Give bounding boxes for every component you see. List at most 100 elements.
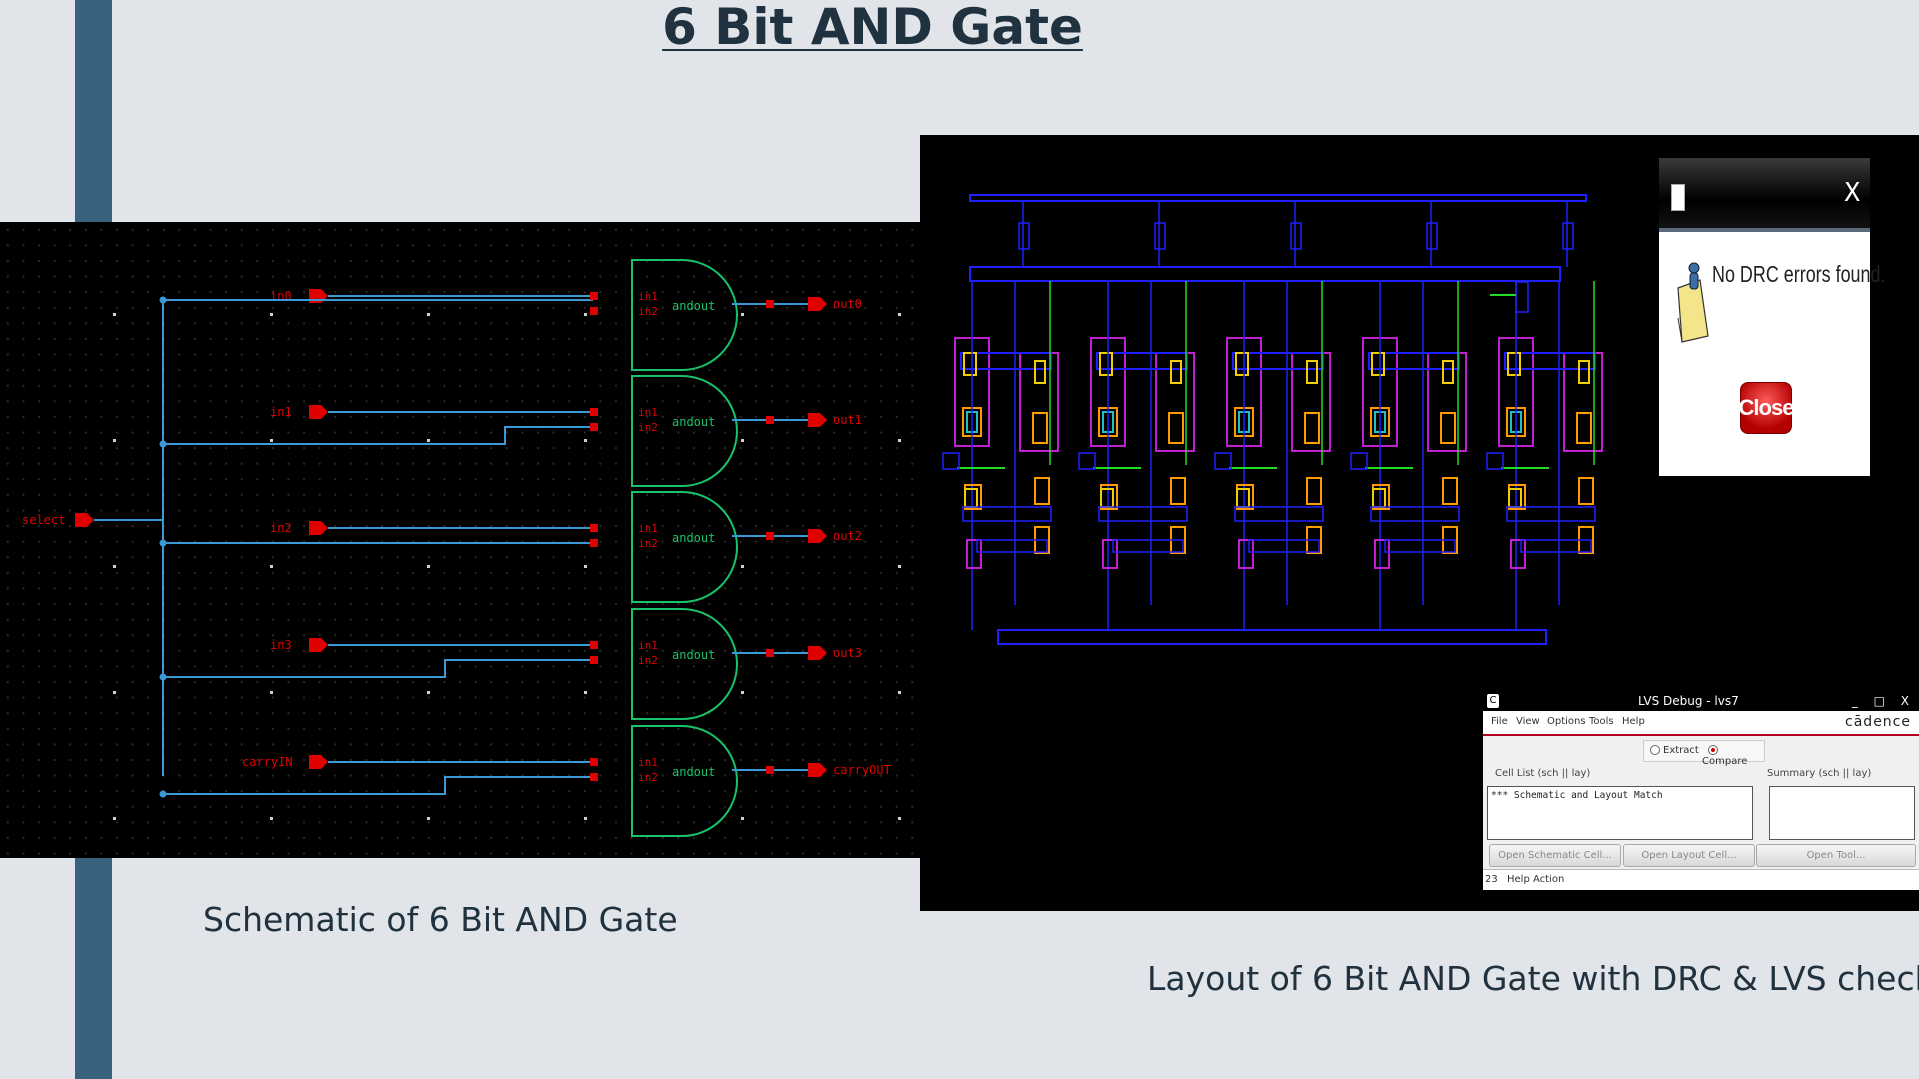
select-label: select xyxy=(22,513,65,527)
menu-help[interactable]: Help xyxy=(1622,716,1645,727)
schematic-caption: Schematic of 6 Bit AND Gate xyxy=(203,900,678,939)
layout-diffusion xyxy=(1440,412,1456,444)
drc-dialog-titlebar[interactable]: X xyxy=(1659,158,1870,232)
junction-dot xyxy=(159,790,167,798)
gate-name: andout xyxy=(672,648,715,662)
mode-radio-group: Extract Compare xyxy=(1643,740,1765,767)
gate-name: andout xyxy=(672,299,715,313)
gate-pin-marker xyxy=(590,307,598,315)
input-label: in1 xyxy=(270,405,292,419)
layout-contact xyxy=(1290,222,1302,250)
layout-caption: Layout of 6 Bit AND Gate with DRC & LVS … xyxy=(1147,959,1919,998)
grid-marker xyxy=(584,439,587,442)
layout-contact xyxy=(1374,539,1390,569)
layout-contact xyxy=(966,539,982,569)
grid-marker xyxy=(741,691,744,694)
grid-marker xyxy=(898,565,901,568)
drc-dialog: X No DRC errors found. Close xyxy=(1659,158,1885,476)
schematic-drawing: selectin0 in1in2 andout out0in1 in1in2 andout… xyxy=(22,259,901,837)
grid-marker xyxy=(584,691,587,694)
menu-options[interactable]: Options xyxy=(1547,716,1586,727)
open-schematic-cell-button[interactable]: Open Schematic Cell... xyxy=(1489,844,1621,867)
input-label: in2 xyxy=(270,521,292,535)
layout-contact xyxy=(1078,452,1096,470)
menu-tools[interactable]: Tools xyxy=(1589,716,1614,727)
grid-marker xyxy=(584,313,587,316)
gate-name: andout xyxy=(672,415,715,429)
layout-contact xyxy=(1486,452,1504,470)
menu-view[interactable]: View xyxy=(1516,716,1540,727)
grid-marker xyxy=(584,817,587,820)
layout-contact xyxy=(964,488,978,508)
close-icon[interactable]: X xyxy=(1844,178,1860,208)
cadence-logo: cādence xyxy=(1845,714,1911,730)
gate-pin-in1: in1 xyxy=(638,756,658,769)
gate-pin-marker xyxy=(590,641,598,649)
radio-compare-label: Compare xyxy=(1702,756,1748,767)
summary-box[interactable] xyxy=(1769,786,1915,840)
gate-pin-in2: in2 xyxy=(638,305,658,318)
radio-compare[interactable]: Compare xyxy=(1702,745,1764,767)
layout-poly xyxy=(1034,360,1046,384)
radio-compare-circle[interactable] xyxy=(1708,745,1718,755)
grid-marker xyxy=(270,565,273,568)
layout-poly xyxy=(1442,360,1454,384)
layout-metal-rail xyxy=(969,266,1561,282)
select-branch xyxy=(163,659,593,678)
grid-marker xyxy=(270,691,273,694)
cell-list-label: Cell List (sch || lay) xyxy=(1495,768,1591,779)
layout-contact xyxy=(942,452,960,470)
layout-metal xyxy=(976,539,1048,553)
junction-dot xyxy=(159,673,167,681)
open-tool-button[interactable]: Open Tool... xyxy=(1756,844,1916,867)
grid-marker xyxy=(741,439,744,442)
output-pin-marker xyxy=(766,649,774,657)
drc-message: No DRC errors found. xyxy=(1712,261,1886,287)
output-label: out0 xyxy=(833,297,862,311)
status-number: 23 xyxy=(1485,874,1498,885)
layout-contact xyxy=(1214,452,1232,470)
page-title: 6 Bit AND Gate xyxy=(662,0,1083,56)
layout-poly xyxy=(1578,360,1590,384)
grid-marker xyxy=(427,313,430,316)
status-text: Help Action xyxy=(1507,874,1565,885)
close-button[interactable]: Close xyxy=(1739,382,1794,434)
gate-pin-in1: in1 xyxy=(638,406,658,419)
layout-diffusion xyxy=(1576,412,1592,444)
output-label: carryOUT xyxy=(833,763,891,777)
layout-contact xyxy=(1442,477,1458,505)
output-pin xyxy=(808,297,827,311)
layout-metal xyxy=(1384,539,1456,553)
output-pin-marker xyxy=(766,766,774,774)
layout-nwell xyxy=(1291,352,1331,452)
layout-contact xyxy=(1034,477,1050,505)
grid-marker xyxy=(427,691,430,694)
gate-pin-in2: in2 xyxy=(638,771,658,784)
output-pin-marker xyxy=(766,416,774,424)
layout-contact xyxy=(1350,452,1368,470)
menu-file[interactable]: File xyxy=(1491,716,1508,727)
layout-poly xyxy=(1170,360,1182,384)
layout-poly xyxy=(1371,352,1385,376)
radio-extract[interactable]: Extract xyxy=(1644,745,1699,756)
cadence-app-icon: C xyxy=(1487,694,1499,708)
layout-nwell xyxy=(1427,352,1467,452)
layout-metal xyxy=(1112,539,1184,553)
output-pin-marker xyxy=(766,300,774,308)
cell-list-box[interactable]: *** Schematic and Layout Match xyxy=(1487,786,1753,840)
lvs-window-title: LVS Debug - lvs7 xyxy=(1638,694,1739,708)
grid-marker xyxy=(898,817,901,820)
lvs-titlebar[interactable]: C LVS Debug - lvs7 _ □ X xyxy=(1483,691,1919,711)
radio-extract-circle[interactable] xyxy=(1650,745,1660,755)
junction-dot xyxy=(159,539,167,547)
open-layout-cell-button[interactable]: Open Layout Cell... xyxy=(1623,844,1755,867)
layout-contact xyxy=(1018,222,1030,250)
lvs-debug-window: C LVS Debug - lvs7 _ □ X File View Optio… xyxy=(1483,691,1919,890)
gate-pin-marker xyxy=(590,524,598,532)
window-controls[interactable]: _ □ X xyxy=(1852,691,1915,711)
output-label: out1 xyxy=(833,413,862,427)
layout-poly xyxy=(1507,352,1521,376)
layout-contact xyxy=(1170,477,1186,505)
layout-nwell xyxy=(1155,352,1195,452)
layout-contact xyxy=(1515,281,1529,313)
